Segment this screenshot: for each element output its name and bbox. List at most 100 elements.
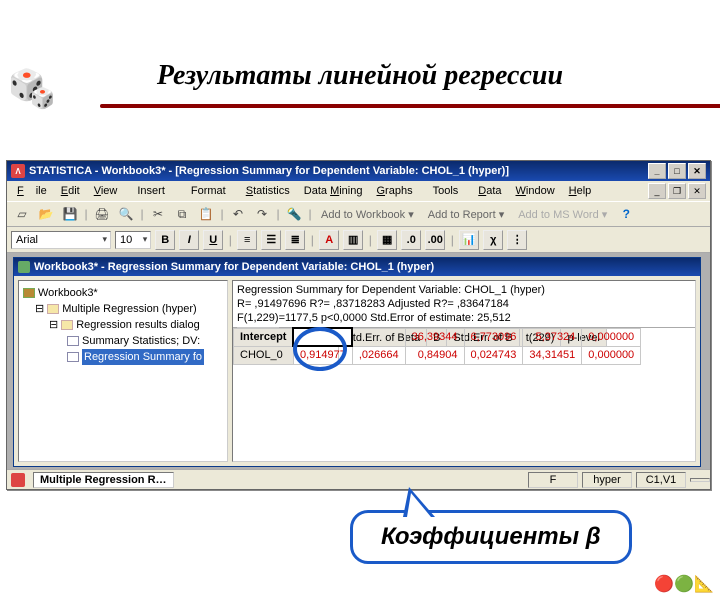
menu-view[interactable]: View: [88, 183, 124, 199]
italic-button[interactable]: I: [179, 230, 199, 250]
menu-edit[interactable]: Edit: [55, 183, 86, 199]
cut-icon[interactable]: ✂: [147, 203, 169, 225]
cell-beta-chol0[interactable]: 0,914977: [293, 346, 352, 364]
copy-icon[interactable]: ⧉: [171, 203, 193, 225]
open-icon[interactable]: 📂: [35, 203, 57, 225]
cell-p-chol0[interactable]: 0,000000: [582, 346, 641, 364]
results-header: Regression Summary for Dependent Variabl…: [233, 281, 695, 328]
menubar: File Edit View Insert Format Statistics …: [7, 181, 710, 201]
cell-seb-chol0[interactable]: 0,024743: [464, 346, 523, 364]
minimize-button[interactable]: _: [648, 163, 666, 179]
format-toolbar: Arial 10 B I U | ≡ ☰ ≣ | A ▥ | ▦ .0 .00 …: [7, 227, 710, 253]
status-app-icon: [11, 473, 25, 487]
callout-label: Коэффициенты β: [381, 523, 601, 550]
cell-t-chol0[interactable]: 34,31451: [523, 346, 582, 364]
mdi-restore-button[interactable]: ❐: [668, 183, 686, 199]
results-grid-body[interactable]: Intercept 36,39344 6,773096 5,37324 0,00…: [233, 327, 641, 365]
workbook-tree[interactable]: Workbook3* ⊟Multiple Regression (hyper) …: [18, 280, 228, 462]
redo-icon[interactable]: ↷: [251, 203, 273, 225]
menu-data[interactable]: Data: [472, 183, 507, 199]
new-icon[interactable]: ▱: [11, 203, 33, 225]
tree-multiple-regression[interactable]: Multiple Regression (hyper): [62, 301, 197, 317]
summary-line-1: Regression Summary for Dependent Variabl…: [237, 283, 691, 297]
tree-results-dialog[interactable]: Regression results dialog: [76, 317, 200, 333]
status-empty: [690, 478, 710, 482]
cell-p-intercept[interactable]: 0,000000: [582, 328, 641, 346]
summary-line-2: R= ,91497696 R?= ,83718283 Adjusted R?= …: [237, 297, 691, 311]
mdi-area: Workbook3* - Regression Summary for Depe…: [7, 253, 710, 469]
cell-b-intercept[interactable]: 36,39344: [405, 328, 464, 346]
workbook-icon: [18, 261, 30, 273]
status-tab[interactable]: Multiple Regression R…: [33, 472, 174, 488]
status-f: F: [528, 472, 578, 488]
titlebar: Λ STATISTICA - Workbook3* - [Regression …: [7, 161, 710, 181]
statistica-app-window: Λ STATISTICA - Workbook3* - [Regression …: [6, 160, 711, 490]
status-hyper: hyper: [582, 472, 632, 488]
vars-icon[interactable]: χ: [483, 230, 503, 250]
borders-button[interactable]: ▦: [377, 230, 397, 250]
cell-sebeta-intercept[interactable]: [352, 328, 405, 346]
paste-icon[interactable]: 📋: [195, 203, 217, 225]
dice-decoration-2: 🎲: [30, 86, 55, 111]
results-pane: Regression Summary for Dependent Variabl…: [232, 280, 696, 462]
close-button[interactable]: ✕: [688, 163, 706, 179]
decimals-dec-button[interactable]: .00: [425, 230, 445, 250]
bold-button[interactable]: B: [155, 230, 175, 250]
align-left-button[interactable]: ≡: [237, 230, 257, 250]
fontcolor-button[interactable]: A: [319, 230, 339, 250]
slide-title: Результаты линейной регрессии: [0, 60, 720, 92]
menu-statistics[interactable]: Statistics: [240, 183, 296, 199]
cell-seb-intercept[interactable]: 6,773096: [464, 328, 523, 346]
font-combo[interactable]: Arial: [11, 231, 111, 249]
underline-button[interactable]: U: [203, 230, 223, 250]
menu-tools[interactable]: Tools: [421, 183, 471, 199]
main-toolbar: ▱ 📂 💾 | 🖨 🔍 | ✂ ⧉ 📋 | ↶ ↷ | 🔦 | Add to W…: [7, 201, 710, 227]
print-icon[interactable]: 🖨: [91, 203, 113, 225]
mdi-close-button[interactable]: ✕: [688, 183, 706, 199]
menu-format[interactable]: Format: [179, 183, 238, 199]
status-cell: C1,V1: [636, 472, 686, 488]
fontsize-combo[interactable]: 10: [115, 231, 151, 249]
corner-decoration: 🔴🟢📐: [654, 574, 714, 594]
save-icon[interactable]: 💾: [59, 203, 81, 225]
tree-regression-summary[interactable]: Regression Summary fo: [82, 349, 204, 365]
menu-datamining[interactable]: Data Mining: [298, 183, 369, 199]
maximize-button[interactable]: □: [668, 163, 686, 179]
child-window-title: Workbook3* - Regression Summary for Depe…: [34, 261, 434, 273]
cell-beta-intercept[interactable]: [293, 328, 352, 346]
statusbar: Multiple Regression R… F hyper C1,V1: [7, 469, 710, 489]
tree-summary-stats[interactable]: Summary Statistics; DV:: [82, 333, 200, 349]
add-report-dropdown[interactable]: Add to Report ▾: [422, 208, 510, 221]
add-workbook-dropdown[interactable]: Add to Workbook ▾: [315, 208, 420, 221]
undo-icon[interactable]: ↶: [227, 203, 249, 225]
find-icon[interactable]: 🔦: [283, 203, 305, 225]
child-titlebar: Workbook3* - Regression Summary for Depe…: [14, 258, 700, 276]
chart-icon[interactable]: 📊: [459, 230, 479, 250]
title-rule: [100, 104, 720, 108]
cell-b-chol0[interactable]: 0,84904: [405, 346, 464, 364]
fillcolor-button[interactable]: ▥: [343, 230, 363, 250]
tree-root[interactable]: Workbook3*: [38, 285, 98, 301]
menu-help[interactable]: Help: [563, 183, 598, 199]
mdi-minimize-button[interactable]: _: [648, 183, 666, 199]
menu-insert[interactable]: Insert: [125, 183, 177, 199]
menu-graphs[interactable]: Graphs: [370, 183, 418, 199]
add-msword-dropdown[interactable]: Add to MS Word ▾: [512, 208, 613, 221]
preview-icon[interactable]: 🔍: [115, 203, 137, 225]
row-intercept-hdr[interactable]: Intercept: [234, 328, 294, 346]
workbook-child-window: Workbook3* - Regression Summary for Depe…: [13, 257, 701, 467]
cases-icon[interactable]: ⋮: [507, 230, 527, 250]
align-center-button[interactable]: ☰: [261, 230, 281, 250]
help-icon[interactable]: ?: [615, 203, 637, 225]
window-title: STATISTICA - Workbook3* - [Regression Su…: [29, 165, 509, 177]
row-chol0-hdr[interactable]: CHOL_0: [234, 346, 294, 364]
menu-file[interactable]: File: [11, 183, 53, 199]
summary-line-3: F(1,229)=1177,5 p<0,0000 Std.Error of es…: [237, 311, 691, 325]
callout-beta: Коэффициенты β: [350, 510, 632, 564]
cell-sebeta-chol0[interactable]: ,026664: [352, 346, 405, 364]
app-icon: Λ: [11, 164, 25, 178]
decimals-inc-button[interactable]: .0: [401, 230, 421, 250]
cell-t-intercept[interactable]: 5,37324: [523, 328, 582, 346]
menu-window[interactable]: Window: [510, 183, 561, 199]
align-right-button[interactable]: ≣: [285, 230, 305, 250]
